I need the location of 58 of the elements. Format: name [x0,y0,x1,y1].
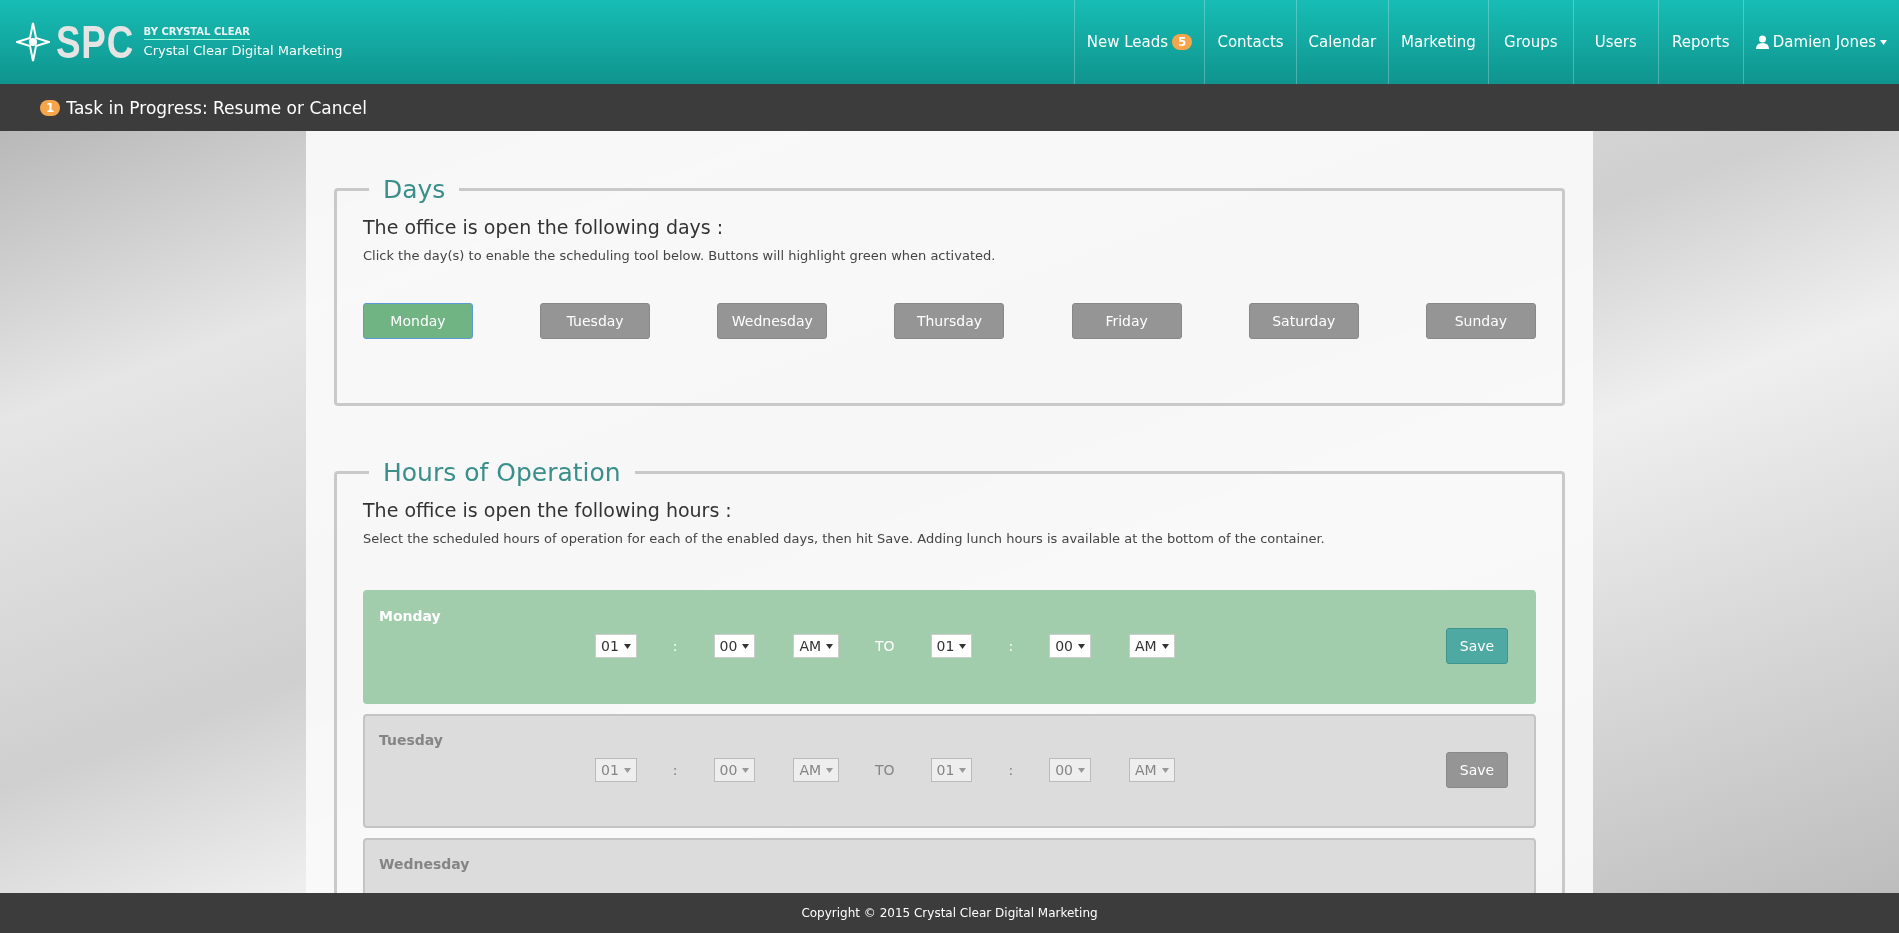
caret-icon [1161,767,1169,773]
caret-icon [1880,39,1887,45]
section-title: Hours of Operation [382,458,622,487]
caret-icon [959,767,967,773]
minute-select[interactable]: 00 [1049,634,1091,658]
section-title: Days [382,175,447,204]
section-heading: The office is open the following days : [363,216,725,238]
caret-icon [623,767,631,773]
day-name: Tuesday [379,732,444,748]
minute-select[interactable]: 00 [713,634,756,658]
count-badge: 1 [40,99,61,116]
to-label: TO [875,638,895,654]
day-button[interactable]: Saturday [1248,303,1359,339]
section-heading: The office is open the following hours : [363,499,733,521]
caret-icon [959,643,967,649]
caret-icon [742,643,750,649]
caret-icon [623,643,631,649]
user-icon [1755,35,1769,49]
to-label: TO [875,762,895,778]
time-separator: : [672,762,678,778]
period-select[interactable]: AM [1129,634,1175,658]
day-button[interactable]: Tuesday [540,303,651,339]
day-button[interactable]: Sunday [1425,303,1536,339]
minute-select[interactable]: 00 [713,758,756,782]
time-separator: : [1008,638,1014,654]
day-button[interactable]: Monday [363,303,473,339]
period-select[interactable]: AM [1129,758,1175,782]
day-name: Monday [379,608,442,624]
caret-icon [742,767,750,773]
minute-select[interactable]: 00 [1049,758,1091,782]
time-separator: : [672,638,678,654]
day-button[interactable]: Thursday [894,303,1005,339]
save-button[interactable]: Save [1446,628,1508,664]
count-badge: 5 [1172,34,1193,50]
day-name: Wednesday [379,856,471,872]
company-name: Crystal Clear Digital Marketing [143,43,343,58]
star-logo-icon [16,21,50,63]
hour-select[interactable]: 01 [930,758,973,782]
hour-select[interactable]: 01 [595,758,637,782]
caret-icon [826,767,834,773]
caret-icon [1078,767,1085,773]
logo-text: SPC [56,15,135,69]
hour-select[interactable]: 01 [595,634,637,658]
caret-icon [826,643,834,649]
save-button[interactable]: Save [1446,752,1508,788]
hour-select[interactable]: 01 [930,634,973,658]
time-separator: : [1008,762,1014,778]
section-hint: Select the scheduled hours of operation for each of the enabled days, then hit Save. Adding lunch hours is available at the bottom of the container. [363,531,1326,546]
section-hint: Click the day(s) to enable the scheduling tool below. Buttons will highlight green when activated. [363,248,997,263]
period-select[interactable]: AM [793,758,840,782]
day-button[interactable]: Friday [1071,303,1182,339]
period-select[interactable]: AM [793,634,840,658]
caret-icon [1161,643,1169,649]
day-button[interactable]: Wednesday [717,303,828,339]
brand-tagline: BY CRYSTAL CLEAR [143,26,250,40]
task-link[interactable]: Task in Progress: Resume or Cancel [66,97,367,118]
copyright-text: Copyright © 2015 Crystal Clear Digital Marketing [801,906,1098,920]
caret-icon [1078,643,1085,649]
